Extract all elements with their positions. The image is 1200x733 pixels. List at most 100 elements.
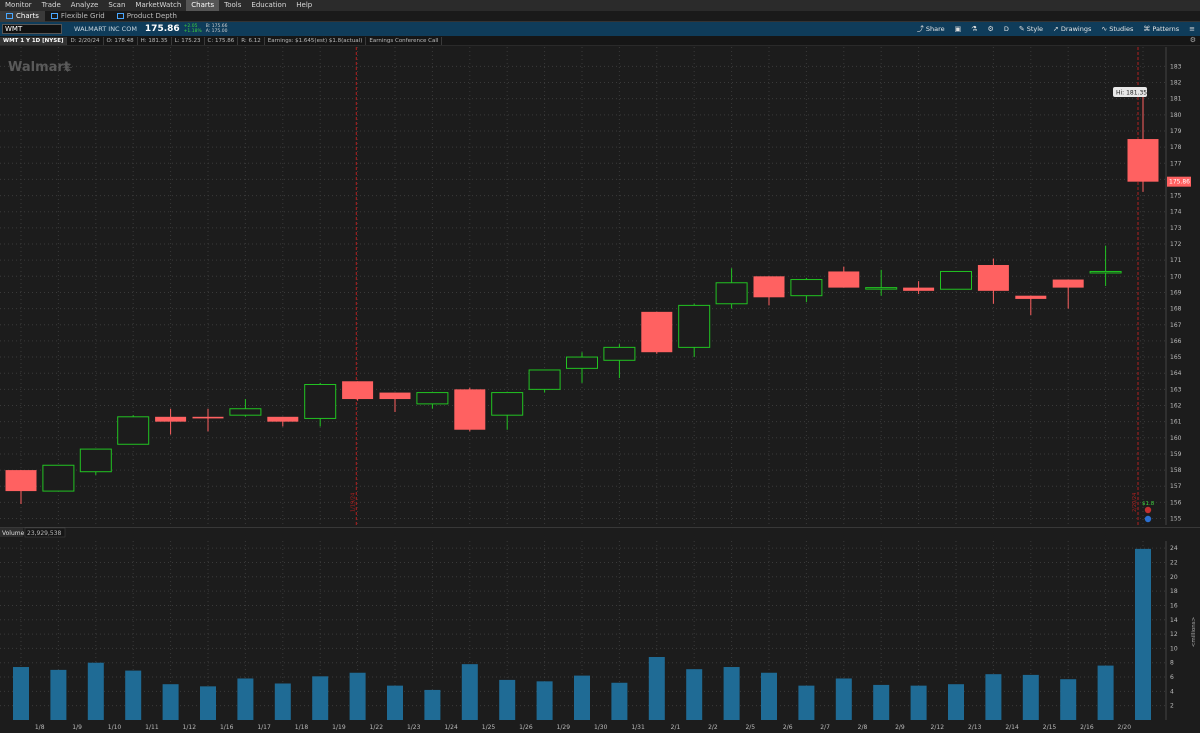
volume-bar[interactable] [985, 674, 1002, 720]
chart-subtabs: Charts Flexible Grid Product Depth [0, 10, 1200, 22]
menu-help[interactable]: Help [291, 0, 317, 11]
y-tick-label: 181 [1170, 96, 1182, 103]
volume-bar[interactable] [125, 670, 142, 720]
volume-bar[interactable] [1022, 674, 1039, 720]
candle-body-up[interactable] [1089, 270, 1122, 274]
candle-body-down[interactable] [1127, 139, 1159, 182]
volume-bar[interactable] [761, 672, 777, 720]
candle-body-up[interactable] [528, 369, 561, 390]
volume-bar[interactable] [1135, 548, 1151, 720]
settings-button[interactable]: ⚙ [983, 22, 999, 36]
candle-body-down[interactable] [5, 470, 37, 492]
candle-body-up[interactable] [117, 416, 150, 445]
x-tick-label: 2/8 [858, 724, 868, 731]
volume-bar[interactable] [798, 685, 815, 720]
volume-bar[interactable] [536, 681, 553, 720]
volume-bar[interactable] [686, 669, 703, 720]
candle-body-up[interactable] [79, 448, 112, 473]
drawings-label: Drawings [1060, 25, 1092, 33]
dividend-icon[interactable] [1144, 515, 1152, 523]
volume-bar[interactable] [648, 656, 665, 720]
candle-body-up[interactable] [603, 346, 636, 361]
patterns-button[interactable]: ⌘ Patterns [1138, 22, 1184, 36]
candle-body-up[interactable] [229, 408, 262, 416]
volume-bar[interactable] [274, 683, 291, 720]
aggregation-button[interactable]: D [999, 22, 1014, 36]
chart-image-button[interactable]: ▣ [950, 22, 967, 36]
y-tick-label: 162 [1170, 403, 1182, 410]
menu-scan[interactable]: Scan [103, 0, 130, 11]
candle-body-down[interactable] [828, 271, 860, 288]
volume-bar[interactable] [1060, 679, 1077, 720]
share-button[interactable]: ⤴ Share [912, 22, 950, 36]
volume-bar[interactable] [87, 662, 104, 720]
volume-bar[interactable] [948, 684, 964, 720]
candle-body-down[interactable] [1015, 295, 1047, 299]
volume-bar[interactable] [574, 675, 590, 720]
volume-bar[interactable] [13, 667, 29, 720]
menu-trade[interactable]: Trade [37, 0, 66, 11]
volume-chart[interactable]: Volume 23,929,53824681012141618202224<mil… [0, 527, 1200, 733]
menu-button[interactable]: ≡ [1184, 22, 1200, 36]
volume-bar[interactable] [200, 686, 216, 720]
menu-tools[interactable]: Tools [219, 0, 246, 11]
flask-button[interactable]: ⚗ [966, 22, 982, 36]
volume-bar[interactable] [50, 669, 67, 720]
candle-body-up[interactable] [865, 287, 898, 290]
volume-bar[interactable] [910, 685, 927, 720]
volume-bar[interactable] [723, 667, 740, 720]
candle-body-down[interactable] [342, 381, 374, 400]
volume-bar[interactable] [349, 672, 366, 720]
volume-bar[interactable] [237, 678, 254, 720]
candle-body-up[interactable] [491, 392, 524, 416]
volume-bar[interactable] [312, 676, 329, 720]
candle-body-down[interactable] [753, 276, 785, 298]
symbol-input[interactable]: WMT [2, 24, 62, 34]
candle-body-up[interactable] [715, 282, 748, 305]
candle-body-up[interactable] [678, 304, 711, 348]
candle-body-down[interactable] [454, 389, 486, 430]
menu-marketwatch[interactable]: MarketWatch [130, 0, 186, 11]
volume-bar[interactable] [424, 689, 441, 720]
volume-bar[interactable] [461, 664, 478, 720]
candle-body-down[interactable] [155, 416, 187, 422]
drawings-button[interactable]: ➚ Drawings [1048, 22, 1096, 36]
candle-body-down[interactable] [192, 416, 224, 419]
subtab-product-depth[interactable]: Product Depth [111, 11, 183, 22]
menu-monitor[interactable]: Monitor [0, 0, 37, 11]
menu-education[interactable]: Education [246, 0, 291, 11]
candle-body-up[interactable] [304, 384, 337, 419]
candle-body-up[interactable] [416, 392, 449, 405]
subtab-flexible-grid[interactable]: Flexible Grid [45, 11, 111, 22]
subtab-charts[interactable]: Charts [0, 10, 45, 22]
earnings-icon[interactable] [1144, 506, 1152, 514]
candle-body-down[interactable] [267, 416, 299, 422]
volume-bar[interactable] [499, 679, 516, 720]
candle-body-down[interactable] [379, 392, 411, 400]
hi-label: Hi: 181.35 [1116, 90, 1147, 97]
volume-y-tick: 18 [1170, 588, 1178, 595]
volume-bar[interactable] [1097, 665, 1114, 720]
studies-button[interactable]: ∿ Studies [1096, 22, 1138, 36]
chart-settings-icon[interactable]: ⚙ [1190, 36, 1196, 44]
candle-body-down[interactable] [977, 265, 1009, 291]
volume-bar[interactable] [835, 678, 852, 720]
style-button[interactable]: ✎ Style [1014, 22, 1048, 36]
candle-body-up[interactable] [790, 279, 823, 297]
menu-charts[interactable]: Charts [186, 0, 220, 11]
volume-bar[interactable] [162, 684, 179, 720]
candle-body-up[interactable] [42, 464, 75, 492]
price-chart[interactable]: 155 156 157 158 159 160 161 162 163 164 165 166 167 1… [0, 47, 1200, 527]
candle-body-up[interactable] [940, 270, 972, 290]
candle-body-down[interactable] [903, 287, 935, 291]
volume-y-tick: 16 [1170, 602, 1178, 609]
volume-bar[interactable] [387, 685, 403, 720]
menu-analyze[interactable]: Analyze [66, 0, 104, 11]
y-tick-label: 180 [1170, 112, 1182, 119]
volume-bar[interactable] [611, 682, 628, 720]
volume-bar[interactable] [873, 684, 890, 720]
chart-title[interactable]: WMT 1 Y 1D [NYSE] [0, 36, 68, 45]
candle-body-down[interactable] [1052, 279, 1084, 288]
candle-body-down[interactable] [641, 311, 673, 353]
candle-body-up[interactable] [566, 356, 598, 369]
